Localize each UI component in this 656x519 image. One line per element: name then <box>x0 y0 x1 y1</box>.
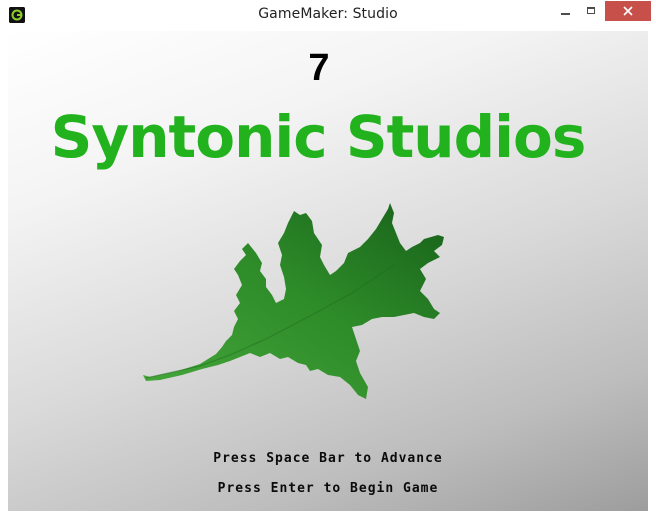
studio-title: Syntonic Studios <box>50 103 587 171</box>
advance-prompt: Press Space Bar to Advance <box>213 451 443 466</box>
begin-game-prompt: Press Enter to Begin Game <box>217 481 439 496</box>
title-bar[interactable]: GameMaker: Studio <box>0 0 656 31</box>
close-icon <box>623 6 633 16</box>
close-button[interactable] <box>605 1 651 21</box>
minimize-icon <box>561 13 570 15</box>
game-window: GameMaker: Studio 7 Syntonic Studios Pre… <box>0 0 656 519</box>
counter-number: 7 <box>308 47 330 89</box>
maximize-button[interactable] <box>578 1 605 21</box>
oak-leaf-logo <box>143 203 444 399</box>
minimize-button[interactable] <box>553 1 578 21</box>
game-canvas[interactable]: 7 Syntonic Studios Press Space Bar to Ad… <box>8 31 648 511</box>
maximize-icon <box>587 7 595 14</box>
